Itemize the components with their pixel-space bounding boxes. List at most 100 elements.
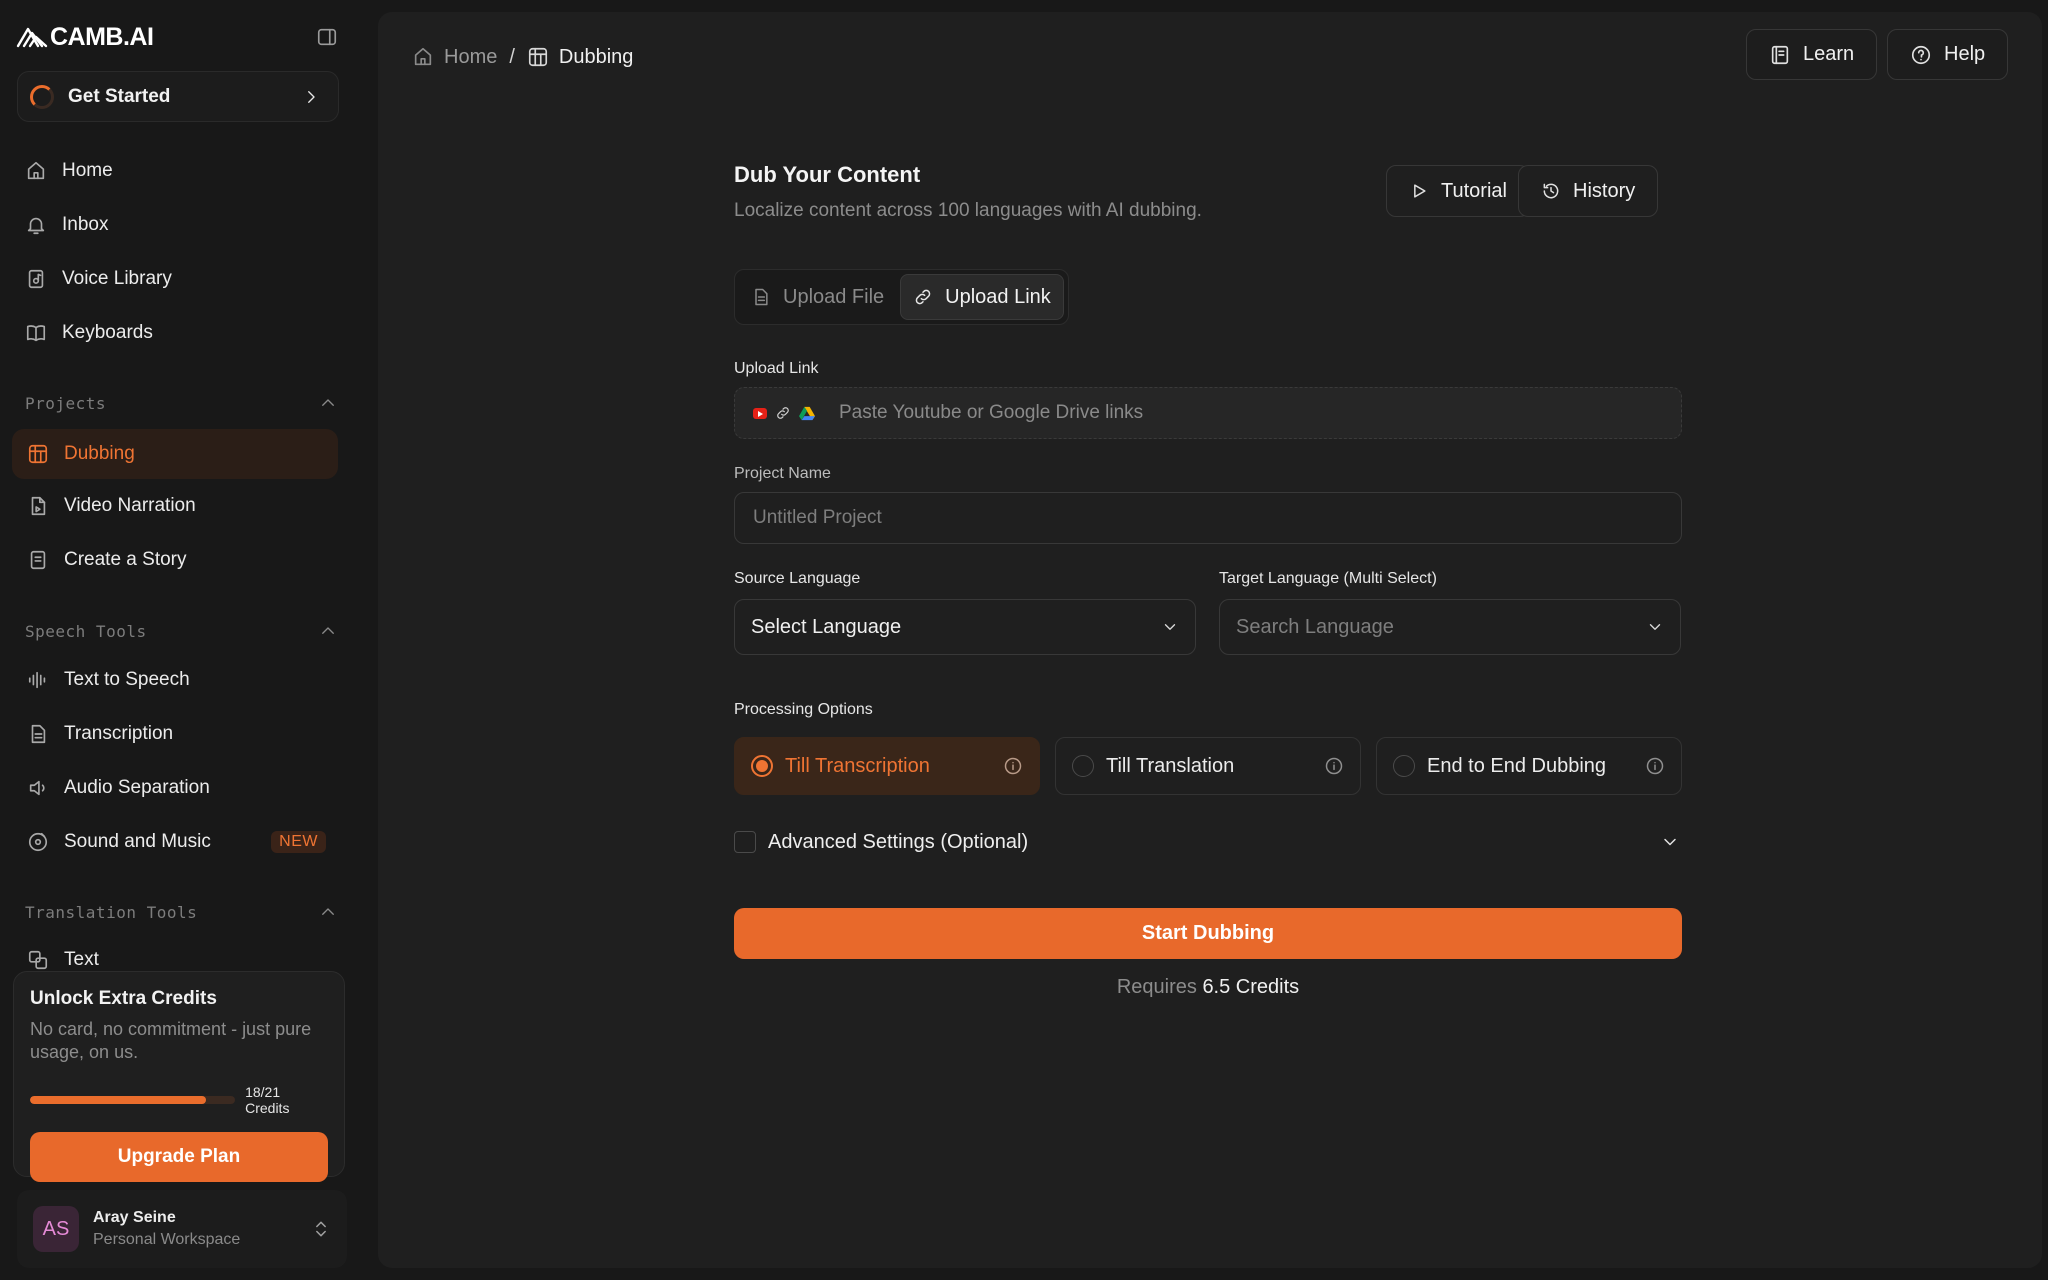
help-circle-icon — [1910, 44, 1932, 66]
waveform-icon — [26, 668, 50, 692]
sidebar-item-label: Inbox — [62, 214, 109, 235]
home-icon[interactable] — [412, 46, 434, 68]
brand-name: CAMB.AI — [50, 22, 154, 51]
document-icon — [26, 722, 50, 746]
option-end-to-end-dubbing[interactable]: End to End Dubbing — [1376, 737, 1682, 795]
source-language-select[interactable]: Select Language — [734, 599, 1196, 655]
logo-row: CAMB.AI — [16, 20, 338, 54]
advanced-settings-toggle[interactable]: Advanced Settings (Optional) — [734, 827, 1682, 857]
brand-logo[interactable]: CAMB.AI — [16, 22, 154, 52]
sidebar-item-voice-library[interactable]: Voice Library — [24, 257, 338, 301]
translate-icon — [26, 948, 50, 972]
advanced-settings-label: Advanced Settings (Optional) — [768, 830, 1029, 853]
sidebar-item-transcription[interactable]: Transcription — [12, 712, 338, 756]
option-till-translation[interactable]: Till Translation — [1055, 737, 1361, 795]
info-icon[interactable] — [1003, 756, 1023, 776]
learn-button[interactable]: Learn — [1746, 29, 1878, 80]
sidebar-item-label: Video Narration — [64, 495, 196, 516]
section-header-projects[interactable]: Projects — [25, 391, 337, 415]
credits-progress-row: 18/21 Credits — [30, 1084, 328, 1116]
main-panel: Home / Dubbing Learn Help Dub Your Conte… — [378, 12, 2042, 1268]
history-icon — [1541, 181, 1561, 201]
upload-mode-tabs: Upload File Upload Link — [734, 269, 1069, 325]
upload-link-input[interactable]: Paste Youtube or Google Drive links — [734, 387, 1682, 439]
tab-upload-file[interactable]: Upload File — [739, 274, 896, 320]
get-started-button[interactable]: Get Started — [17, 71, 339, 122]
sidebar-item-sound-and-music[interactable]: Sound and Music NEW — [12, 820, 338, 864]
user-workspace: Personal Workspace — [93, 1231, 241, 1248]
sidebar-item-label: Text — [64, 949, 99, 970]
dubbing-icon — [527, 46, 549, 68]
user-switcher[interactable]: AS Aray Seine Personal Workspace — [17, 1190, 347, 1268]
sidebar-item-audio-separation[interactable]: Audio Separation — [12, 766, 338, 810]
chevron-up-down-icon — [311, 1219, 331, 1239]
requires-prefix: Requires — [1116, 976, 1197, 998]
breadcrumb-home[interactable]: Home — [444, 46, 497, 69]
project-name-input[interactable]: Untitled Project — [734, 492, 1682, 544]
link-icon — [775, 405, 791, 421]
sidebar-item-dubbing[interactable]: Dubbing — [12, 429, 338, 479]
upgrade-plan-button[interactable]: Upgrade Plan — [30, 1132, 328, 1182]
bell-icon — [24, 213, 48, 237]
chevron-right-icon — [302, 88, 320, 106]
credits-description: No card, no commitment - just pure usage… — [30, 1019, 312, 1062]
new-badge: NEW — [271, 831, 326, 853]
requires-credits: 6.5 Credits — [1202, 976, 1300, 998]
story-book-icon — [26, 548, 50, 572]
tab-upload-link[interactable]: Upload Link — [900, 274, 1064, 320]
sidebar-item-text-to-speech[interactable]: Text to Speech — [12, 658, 338, 702]
home-icon — [24, 159, 48, 183]
play-icon — [1409, 181, 1429, 201]
file-icon — [751, 287, 771, 307]
breadcrumb: Home / Dubbing — [412, 42, 633, 72]
sidebar-item-keyboards[interactable]: Keyboards — [24, 311, 338, 355]
tab-label: Upload Link — [945, 285, 1051, 308]
processing-options-label: Processing Options — [734, 701, 873, 718]
tutorial-label: Tutorial — [1441, 179, 1507, 202]
sidebar-toggle-icon[interactable] — [316, 26, 338, 48]
sidebar-item-inbox[interactable]: Inbox — [24, 203, 338, 247]
source-language-label: Source Language — [734, 570, 861, 587]
get-started-label: Get Started — [68, 85, 171, 107]
credits-progress-bar — [30, 1096, 236, 1104]
info-icon[interactable] — [1645, 756, 1665, 776]
advanced-settings-checkbox[interactable] — [734, 831, 756, 853]
speaker-icon — [26, 776, 50, 800]
sidebar-item-label: Keyboards — [62, 322, 153, 343]
link-icon — [913, 287, 933, 307]
history-button[interactable]: History — [1518, 165, 1659, 217]
sidebar-item-create-a-story[interactable]: Create a Story — [12, 538, 338, 582]
history-label: History — [1573, 179, 1636, 202]
source-language-value: Select Language — [751, 615, 902, 638]
help-label: Help — [1944, 43, 1986, 65]
help-button[interactable]: Help — [1887, 29, 2009, 80]
chevron-down-icon — [1660, 832, 1680, 852]
option-till-transcription[interactable]: Till Transcription — [734, 737, 1040, 795]
camb-logo-icon — [16, 25, 48, 49]
target-language-select[interactable]: Search Language — [1219, 599, 1681, 655]
sidebar-item-video-narration[interactable]: Video Narration — [12, 484, 338, 528]
chevron-up-icon — [319, 622, 337, 640]
progress-spinner-icon — [30, 84, 54, 109]
tutorial-button[interactable]: Tutorial — [1386, 165, 1530, 217]
sidebar-item-label: Home — [62, 160, 113, 181]
chevron-up-icon — [319, 394, 337, 412]
option-label: Till Transcription — [785, 754, 930, 777]
sidebar-item-home[interactable]: Home — [24, 149, 338, 193]
chevron-down-icon — [1161, 618, 1179, 636]
target-language-placeholder: Search Language — [1236, 615, 1394, 638]
start-dubbing-button[interactable]: Start Dubbing — [734, 908, 1682, 959]
learn-label: Learn — [1803, 43, 1855, 65]
radio-selected — [751, 755, 773, 777]
info-icon[interactable] — [1324, 756, 1344, 776]
section-header-translation-tools[interactable]: Translation Tools — [25, 900, 337, 924]
user-name: Aray Seine — [93, 1209, 176, 1226]
sidebar-item-label: Transcription — [64, 723, 174, 744]
option-label: End to End Dubbing — [1427, 754, 1607, 777]
sidebar-item-label: Text to Speech — [64, 669, 190, 690]
target-language-label: Target Language (Multi Select) — [1219, 570, 1437, 587]
section-title: Projects — [25, 393, 107, 413]
section-header-speech-tools[interactable]: Speech Tools — [25, 619, 337, 643]
music-disc-icon — [26, 830, 50, 854]
upload-link-placeholder: Paste Youtube or Google Drive links — [839, 402, 1144, 423]
